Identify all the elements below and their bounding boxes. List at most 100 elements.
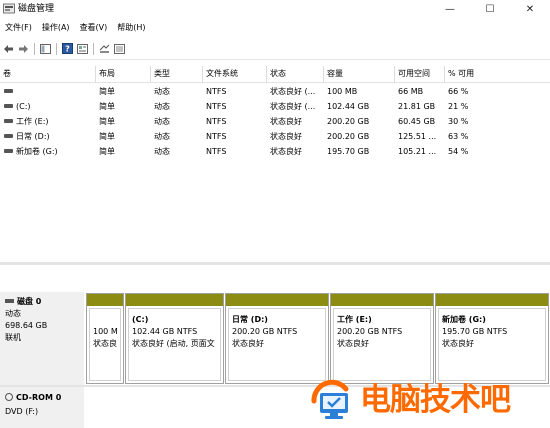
menu-file[interactable]: 文件(F)	[0, 20, 37, 36]
minimize-icon: —	[445, 3, 455, 15]
partition-title: 工作 (E:)	[337, 315, 372, 324]
cdrom-0-name-row: CD-ROM 0	[5, 392, 61, 403]
properties-icon	[76, 43, 88, 54]
type-cell: 动态	[154, 87, 170, 96]
table-row[interactable]: 日常 (D:) 简单 动态 NTFS 状态良好 200.20 GB 125.51…	[0, 129, 550, 144]
cdrom-0-name: CD-ROM 0	[16, 393, 62, 402]
status-cell: 状态良好	[270, 117, 302, 126]
rescan-icon	[99, 44, 109, 53]
capacity-cell: 100 MB	[327, 87, 358, 96]
free-space-cell: 66 MB	[398, 87, 424, 96]
close-button[interactable]: ✕	[510, 0, 550, 18]
filesystem-cell: NTFS	[206, 117, 227, 126]
type-cell: 动态	[154, 102, 170, 111]
partition-band	[331, 294, 433, 306]
column-header-volume[interactable]: 卷	[0, 66, 95, 83]
filesystem-cell: NTFS	[206, 147, 227, 156]
capacity-cell: 200.20 GB	[327, 117, 370, 126]
partition-size: 100 M	[93, 327, 117, 336]
partition-system-reserved[interactable]: 100 M 状态良	[86, 293, 124, 384]
disk-0-status: 联机	[5, 333, 21, 342]
toolbar-separator	[56, 42, 57, 55]
table-row[interactable]: 简单 动态 NTFS 状态良好 (... 100 MB 66 MB 66 %	[0, 84, 550, 99]
column-header-percent-free[interactable]: % 可用	[444, 66, 550, 83]
volume-cell: (C:)	[0, 99, 95, 114]
partition-title: 日常 (D:)	[232, 315, 268, 324]
column-header-filesystem[interactable]: 文件系统	[202, 66, 266, 83]
partition-band	[126, 294, 223, 306]
menu-help[interactable]: 帮助(H)	[112, 20, 150, 36]
volume-icon	[4, 118, 13, 123]
svg-text:?: ?	[65, 45, 70, 54]
percent-free-cell: 30 %	[448, 117, 469, 126]
type-cell: 动态	[154, 117, 170, 126]
partition-band	[87, 294, 123, 306]
toolbar-separator	[93, 42, 94, 55]
forward-icon	[18, 44, 28, 53]
volume-cell	[0, 84, 95, 99]
layout-cell: 简单	[99, 147, 115, 156]
percent-free-cell: 63 %	[448, 132, 469, 141]
partition-body: 100 M 状态良	[89, 308, 121, 381]
help-icon: ?	[61, 43, 73, 54]
partition-size: 102.44 GB NTFS	[132, 327, 198, 336]
filesystem-cell: NTFS	[206, 87, 227, 96]
disk-management-icon	[3, 3, 15, 14]
free-space-cell: 60.45 GB	[398, 117, 436, 126]
watermark-logo-icon	[311, 379, 349, 419]
cdrom-0-drive: DVD (F:)	[5, 407, 39, 416]
volume-cell: 日常 (D:)	[0, 129, 95, 144]
percent-free-cell: 54 %	[448, 147, 469, 156]
partition-d[interactable]: 日常 (D:) 200.20 GB NTFS 状态良好	[225, 293, 329, 384]
menu-action[interactable]: 操作(A)	[37, 20, 75, 36]
partition-status: 状态良好 (启动, 页面文	[132, 339, 215, 348]
column-header-status[interactable]: 状态	[266, 66, 323, 83]
partition-g[interactable]: 新加卷 (G:) 195.70 GB NTFS 状态良好	[435, 293, 549, 384]
maximize-button[interactable]: ☐	[470, 0, 510, 18]
cdrom-0-label[interactable]: CD-ROM 0 DVD (F:)	[0, 387, 84, 428]
menu-bar: 文件(F) 操作(A) 查看(V) 帮助(H)	[0, 19, 550, 36]
column-header-free-space[interactable]: 可用空间	[394, 66, 444, 83]
percent-free-cell: 66 %	[448, 87, 469, 96]
forward-button[interactable]	[17, 43, 29, 55]
partition-status: 状态良好	[337, 339, 369, 348]
disk-0-type: 动态	[5, 309, 21, 318]
list-view-icon	[113, 43, 125, 54]
volume-icon	[4, 148, 13, 153]
status-cell: 状态良好 (...	[270, 102, 316, 111]
filesystem-cell: NTFS	[206, 132, 227, 141]
rescan-button[interactable]	[98, 43, 110, 55]
table-row[interactable]: (C:) 简单 动态 NTFS 状态良好 (... 102.44 GB 21.8…	[0, 99, 550, 114]
volume-list: 卷 布局 类型 文件系统 状态 容量 可用空间 % 可用 简单 动态 NTFS …	[0, 66, 550, 254]
column-header-layout[interactable]: 布局	[95, 66, 150, 83]
console-tree-button[interactable]	[39, 43, 51, 55]
help-button[interactable]: ?	[61, 43, 73, 55]
layout-cell: 简单	[99, 117, 115, 126]
minimize-button[interactable]: —	[430, 0, 470, 18]
partition-size: 195.70 GB NTFS	[442, 327, 508, 336]
partition-status: 状态良	[93, 339, 117, 348]
capacity-cell: 195.70 GB	[327, 147, 370, 156]
volume-name: (C:)	[16, 102, 31, 111]
back-button[interactable]	[2, 43, 14, 55]
partition-body: 新加卷 (G:) 195.70 GB NTFS 状态良好	[438, 308, 546, 381]
maximize-icon: ☐	[485, 3, 495, 15]
disk-icon	[5, 298, 14, 303]
disk-0-label[interactable]: 磁盘 0 动态 698.64 GB 联机	[0, 292, 84, 385]
partition-c[interactable]: (C:) 102.44 GB NTFS 状态良好 (启动, 页面文	[125, 293, 224, 384]
title-bar: 磁盘管理 — ☐ ✕	[0, 0, 550, 18]
partition-size: 200.20 GB NTFS	[232, 327, 298, 336]
volume-name: 日常 (D:)	[16, 132, 50, 141]
watermark-text: 电脑技术吧	[360, 382, 511, 418]
properties-button[interactable]	[76, 43, 88, 55]
column-header-type[interactable]: 类型	[150, 66, 202, 83]
menu-view[interactable]: 查看(V)	[75, 20, 113, 36]
disk-0-partitions: 100 M 状态良 (C:) 102.44 GB NTFS 状态良好 (启动, …	[86, 293, 550, 384]
column-header-capacity[interactable]: 容量	[323, 66, 394, 83]
table-row[interactable]: 新加卷 (G:) 简单 动态 NTFS 状态良好 195.70 GB 105.2…	[0, 144, 550, 159]
list-view-button[interactable]	[113, 43, 125, 55]
table-row[interactable]: 工作 (E:) 简单 动态 NTFS 状态良好 200.20 GB 60.45 …	[0, 114, 550, 129]
type-cell: 动态	[154, 147, 170, 156]
partition-e[interactable]: 工作 (E:) 200.20 GB NTFS 状态良好	[330, 293, 434, 384]
disk-0-name: 磁盘 0	[17, 297, 42, 306]
